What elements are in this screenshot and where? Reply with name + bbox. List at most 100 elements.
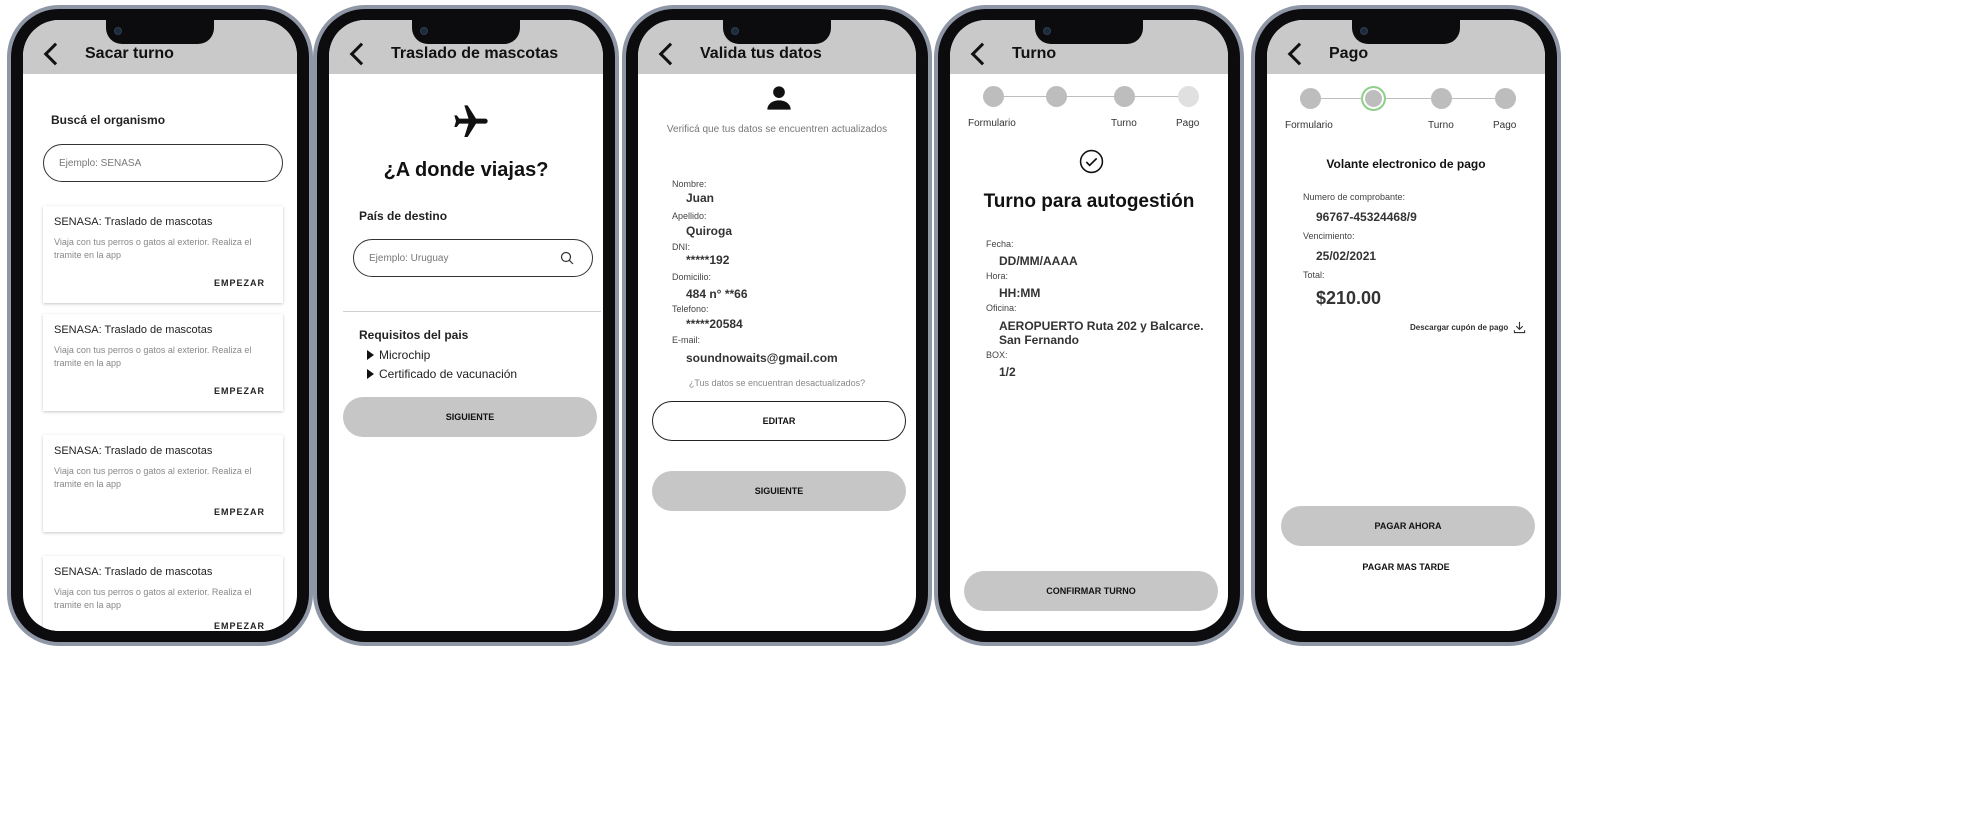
field-value: 25/02/2021 bbox=[1316, 249, 1377, 263]
field-value: 1/2 bbox=[999, 365, 1016, 379]
payment-heading: Volante electronico de pago bbox=[1326, 157, 1486, 171]
phone-frame-1: Sacar turno Buscá el organismo Ejemplo: … bbox=[7, 5, 313, 646]
step-dot[interactable] bbox=[1431, 88, 1452, 109]
phone-frame-3: Valida tus datos Verificá que tus datos … bbox=[622, 5, 932, 646]
camera-icon bbox=[731, 27, 739, 35]
pay-now-button[interactable]: PAGAR AHORA bbox=[1281, 506, 1535, 546]
card-description: Viaja con tus perros o gatos al exterior… bbox=[54, 587, 252, 610]
field-value: soundnowaits@gmail.com bbox=[686, 351, 838, 365]
screen-valida-datos: Valida tus datos Verificá que tus datos … bbox=[638, 20, 916, 631]
service-card[interactable]: SENASA: Traslado de mascotas Viaja con t… bbox=[43, 206, 283, 303]
field-label: DNI: bbox=[672, 242, 690, 252]
caret-right-icon bbox=[367, 350, 374, 360]
field-value: HH:MM bbox=[999, 286, 1041, 300]
camera-icon bbox=[114, 27, 122, 35]
field-label: Fecha: bbox=[986, 239, 1014, 249]
page-title: Pago bbox=[1329, 45, 1369, 62]
next-button[interactable]: SIGUIENTE bbox=[343, 397, 597, 437]
field-value: *****20584 bbox=[686, 317, 743, 331]
field-label: Numero de comprobante: bbox=[1303, 192, 1406, 202]
screen-pago: Pago Formulario Turno Pago Volante elect… bbox=[1267, 20, 1545, 631]
back-arrow-icon[interactable] bbox=[658, 42, 682, 66]
destination-label: País de destino bbox=[359, 209, 448, 223]
back-arrow-icon[interactable] bbox=[1287, 42, 1311, 66]
start-button[interactable]: EMPEZAR bbox=[214, 507, 265, 517]
destination-placeholder: Ejemplo: Uruguay bbox=[369, 252, 449, 264]
search-input[interactable]: Ejemplo: SENASA bbox=[43, 144, 283, 182]
download-icon bbox=[1514, 321, 1526, 334]
start-button[interactable]: EMPEZAR bbox=[214, 278, 265, 288]
pay-later-link[interactable]: PAGAR MAS TARDE bbox=[1267, 562, 1545, 572]
step-label: Turno bbox=[1428, 120, 1454, 131]
field-label: Vencimiento: bbox=[1303, 231, 1355, 241]
card-title: SENASA: Traslado de mascotas bbox=[54, 216, 213, 228]
back-arrow-icon[interactable] bbox=[970, 42, 994, 66]
destination-search-input[interactable]: Ejemplo: Uruguay bbox=[353, 239, 593, 277]
step-dot[interactable] bbox=[1114, 86, 1135, 107]
notch bbox=[106, 20, 214, 44]
outdated-question[interactable]: ¿Tus datos se encuentran desactualizados… bbox=[638, 378, 916, 388]
field-value: 96767-45324468/9 bbox=[1316, 210, 1417, 224]
appointment-heading: Turno para autogestión bbox=[983, 191, 1195, 212]
card-title: SENASA: Traslado de mascotas bbox=[54, 445, 213, 457]
phone-frame-5: Pago Formulario Turno Pago Volante elect… bbox=[1251, 5, 1561, 646]
check-circle-icon bbox=[1079, 149, 1104, 179]
field-value: Juan bbox=[686, 191, 715, 205]
screen-turno: Turno Formulario Turno Pago Turno para a… bbox=[950, 20, 1228, 631]
card-description: Viaja con tus perros o gatos al exterior… bbox=[54, 345, 252, 368]
requirement-label: Microchip bbox=[379, 348, 431, 362]
requirement-label: Certificado de vacunación bbox=[379, 367, 518, 381]
start-button[interactable]: EMPEZAR bbox=[214, 621, 265, 631]
field-label: Telefono: bbox=[672, 304, 709, 314]
caret-right-icon bbox=[367, 369, 374, 379]
page-title: Valida tus datos bbox=[700, 45, 822, 62]
divider bbox=[343, 311, 601, 312]
confirm-appointment-button[interactable]: CONFIRMAR TURNO bbox=[964, 571, 1218, 611]
stepper-line bbox=[993, 96, 1189, 97]
field-label: E-mail: bbox=[672, 335, 701, 345]
field-value: Quiroga bbox=[686, 224, 733, 238]
requirement-item[interactable]: Microchip bbox=[367, 348, 430, 362]
edit-button[interactable]: EDITAR bbox=[652, 401, 906, 441]
field-value: DD/MM/AAAA bbox=[999, 254, 1078, 268]
step-dot[interactable] bbox=[1178, 86, 1199, 107]
service-card[interactable]: SENASA: Traslado de mascotas Viaja con t… bbox=[43, 314, 283, 411]
requirement-item[interactable]: Certificado de vacunación bbox=[367, 367, 517, 381]
screen-sacar-turno: Sacar turno Buscá el organismo Ejemplo: … bbox=[23, 20, 297, 631]
step-dot[interactable] bbox=[1300, 88, 1321, 109]
field-label: Total: bbox=[1303, 270, 1325, 280]
step-dot[interactable] bbox=[1046, 86, 1067, 107]
card-description: Viaja con tus perros o gatos al exterior… bbox=[54, 237, 252, 260]
service-card[interactable]: SENASA: Traslado de mascotas Viaja con t… bbox=[43, 435, 283, 532]
validate-subtitle: Verificá que tus datos se encuentren act… bbox=[666, 124, 888, 135]
start-button[interactable]: EMPEZAR bbox=[214, 386, 265, 396]
camera-icon bbox=[420, 27, 428, 35]
next-button[interactable]: SIGUIENTE bbox=[652, 471, 906, 511]
back-arrow-icon[interactable] bbox=[43, 42, 67, 66]
step-label: Formulario bbox=[968, 118, 1016, 129]
field-value: AEROPUERTO Ruta 202 y Balcarce. San Fern… bbox=[999, 319, 1204, 347]
step-dot-active[interactable] bbox=[1361, 86, 1386, 111]
download-coupon-link[interactable]: Descargar cupón de pago bbox=[1410, 321, 1526, 334]
field-label: Nombre: bbox=[672, 179, 707, 189]
field-label: BOX: bbox=[986, 350, 1008, 360]
camera-icon bbox=[1043, 27, 1051, 35]
notch bbox=[723, 20, 831, 44]
service-card[interactable]: SENASA: Traslado de mascotas Viaja con t… bbox=[43, 556, 283, 631]
field-label: Apellido: bbox=[672, 211, 707, 221]
step-dot[interactable] bbox=[1495, 88, 1516, 109]
field-label: Oficina: bbox=[986, 303, 1017, 313]
notch bbox=[1352, 20, 1460, 44]
notch bbox=[412, 20, 520, 44]
step-dot[interactable] bbox=[983, 86, 1004, 107]
field-label: Domicilio: bbox=[672, 272, 712, 282]
step-label: Pago bbox=[1176, 118, 1200, 129]
card-title: SENASA: Traslado de mascotas bbox=[54, 324, 213, 336]
search-icon[interactable] bbox=[560, 251, 574, 265]
requirements-heading: Requisitos del pais bbox=[359, 328, 469, 342]
stepper-line bbox=[1310, 98, 1506, 99]
phone-frame-2: Traslado de mascotas ¿A donde viajas? Pa… bbox=[313, 5, 619, 646]
back-arrow-icon[interactable] bbox=[349, 42, 373, 66]
field-value: 484 n° **66 bbox=[686, 287, 748, 301]
notch bbox=[1035, 20, 1143, 44]
